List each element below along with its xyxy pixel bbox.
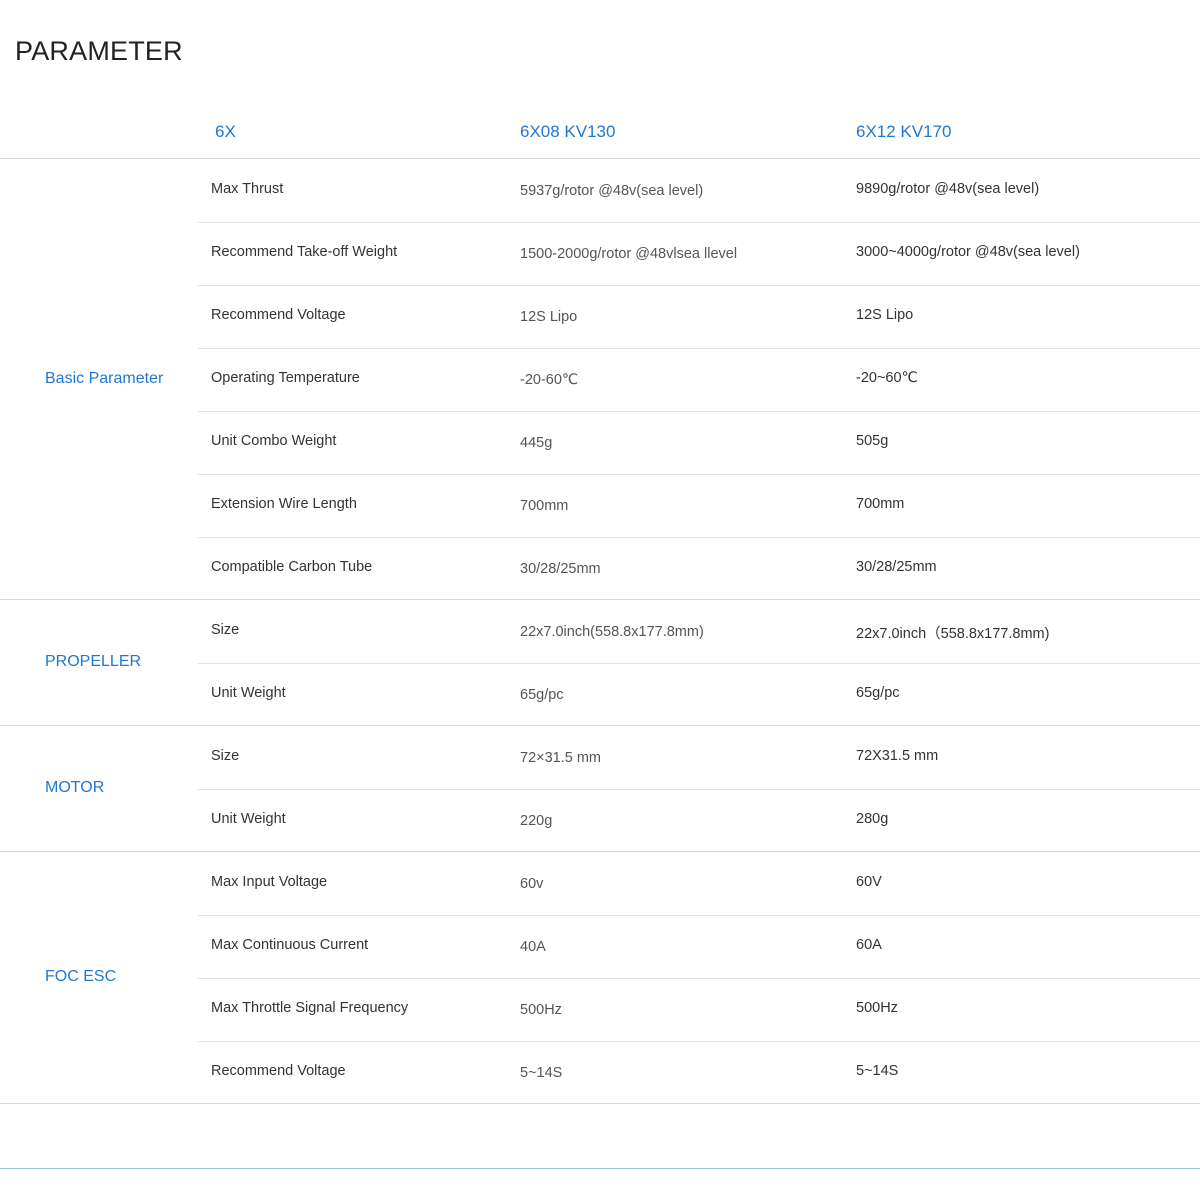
kv170-value-cell: 500Hz: [856, 1000, 898, 1016]
kv130-value-cell: -20-60℃: [520, 372, 579, 388]
param-name-cell: Recommend Take-off Weight: [211, 244, 398, 260]
kv170-value-cell: 3000~4000g/rotor @48v(sea level): [856, 244, 1080, 260]
kv130-value-cell: 1500-2000g/rotor @48vlsea llevel: [520, 246, 738, 262]
bottom-divider: [0, 1168, 1200, 1169]
header-model-kv170: 6X12 KV170: [856, 122, 952, 141]
table-row: Recommend Voltage 12S Lipo 12S Lipo: [198, 285, 1200, 349]
kv130-value-cell: 40A: [520, 939, 546, 955]
kv130-value-cell: 30/28/25mm: [520, 561, 601, 577]
kv170-value-cell: 60A: [856, 937, 882, 953]
kv170-value-cell: 72X31.5 mm: [856, 748, 939, 764]
table-header: 6X 6X08 KV130 6X12 KV170: [0, 106, 1200, 159]
kv170-value-cell: 700mm: [856, 496, 905, 512]
section-label: MOTOR: [45, 779, 105, 796]
section-propeller: PROPELLER Size 22x7.0inch(558.8x177.8mm) 22…: [0, 600, 1200, 726]
kv130-value-cell: 700mm: [520, 498, 569, 514]
param-name-cell: Recommend Voltage: [211, 1063, 346, 1079]
kv130-value-cell: 220g: [520, 813, 553, 829]
table-row: Compatible Carbon Tube 30/28/25mm 30/28/25…: [198, 537, 1200, 599]
kv130-value-cell: 5~14S: [520, 1065, 563, 1081]
header-model-family: 6X: [215, 122, 236, 141]
section-foc-esc: FOC ESC Max Input Voltage 60v 60V Max Contin…: [0, 852, 1200, 1104]
page-title: PARAMETER: [15, 36, 183, 66]
param-name-cell: Size: [211, 748, 240, 764]
table-row: Size 22x7.0inch(558.8x177.8mm) 22x7.0inch（…: [198, 600, 1200, 664]
kv130-value-cell: 65g/pc: [520, 687, 564, 703]
table-row: Recommend Voltage 5~14S 5~14S: [198, 1041, 1200, 1103]
param-name-cell: Compatible Carbon Tube: [211, 559, 373, 575]
kv130-value-cell: 445g: [520, 435, 553, 451]
param-name-cell: Extension Wire Length: [211, 496, 357, 512]
param-name-cell: Unit Weight: [211, 811, 286, 827]
kv170-value-cell: 9890g/rotor @48v(sea level): [856, 181, 1040, 197]
kv170-value-cell: 280g: [856, 811, 889, 827]
kv170-value-cell: -20~60℃: [856, 370, 918, 386]
kv170-value-cell: 65g/pc: [856, 685, 900, 701]
table-row: Operating Temperature -20-60℃ -20~60℃: [198, 348, 1200, 412]
param-name-cell: Max Thrust: [211, 181, 284, 197]
param-name-cell: Unit Combo Weight: [211, 433, 337, 449]
section-label: Basic Parameter: [45, 369, 164, 387]
kv170-value-cell: 5~14S: [856, 1063, 899, 1079]
param-name-cell: Max Continuous Current: [211, 937, 369, 953]
table-row: Extension Wire Length 700mm 700mm: [198, 474, 1200, 538]
kv130-value-cell: 22x7.0inch(558.8x177.8mm): [520, 624, 704, 640]
kv170-value-cell: 12S Lipo: [856, 307, 914, 323]
table-row: Unit Combo Weight 445g 505g: [198, 411, 1200, 475]
kv170-value-cell: 22x7.0inch（558.8x177.8mm): [856, 626, 1050, 642]
kv130-value-cell: 60v: [520, 876, 544, 892]
kv170-value-cell: 505g: [856, 433, 889, 449]
table-row: Max Continuous Current 40A 60A: [198, 915, 1200, 979]
section-basic-parameter: Basic Parameter Max Thrust 5937g/rotor @48…: [0, 159, 1200, 600]
param-name-cell: Max Input Voltage: [211, 874, 328, 890]
table-row: Unit Weight 65g/pc 65g/pc: [198, 663, 1200, 725]
table-row: Unit Weight 220g 280g: [198, 789, 1200, 851]
table-row: Max Input Voltage 60v 60V: [198, 852, 1200, 916]
kv130-value-cell: 500Hz: [520, 1002, 562, 1018]
param-name-cell: Unit Weight: [211, 685, 286, 701]
kv170-value-cell: 30/28/25mm: [856, 559, 937, 575]
kv130-value-cell: 12S Lipo: [520, 309, 578, 325]
param-name-cell: Recommend Voltage: [211, 307, 346, 323]
kv170-value-cell: 60V: [856, 874, 882, 890]
section-label: PROPELLER: [45, 653, 142, 670]
section-label: FOC ESC: [45, 968, 117, 985]
param-name-cell: Max Throttle Signal Frequency: [211, 1000, 409, 1016]
kv130-value-cell: 5937g/rotor @48v(sea level): [520, 183, 704, 199]
table-row: Max Thrust 5937g/rotor @48v(sea level) 989…: [198, 159, 1200, 223]
section-motor: MOTOR Size 72×31.5 mm 72X31.5 mm Unit Weight…: [0, 726, 1200, 852]
table-row: Recommend Take-off Weight 1500-2000g/roto…: [198, 222, 1200, 286]
param-name-cell: Size: [211, 622, 240, 638]
table-row: Size 72×31.5 mm 72X31.5 mm: [198, 726, 1200, 790]
kv130-value-cell: 72×31.5 mm: [520, 750, 602, 766]
header-model-kv130: 6X08 KV130: [520, 122, 616, 141]
param-name-cell: Operating Temperature: [211, 370, 360, 386]
table-row: Max Throttle Signal Frequency 500Hz 500Hz: [198, 978, 1200, 1042]
